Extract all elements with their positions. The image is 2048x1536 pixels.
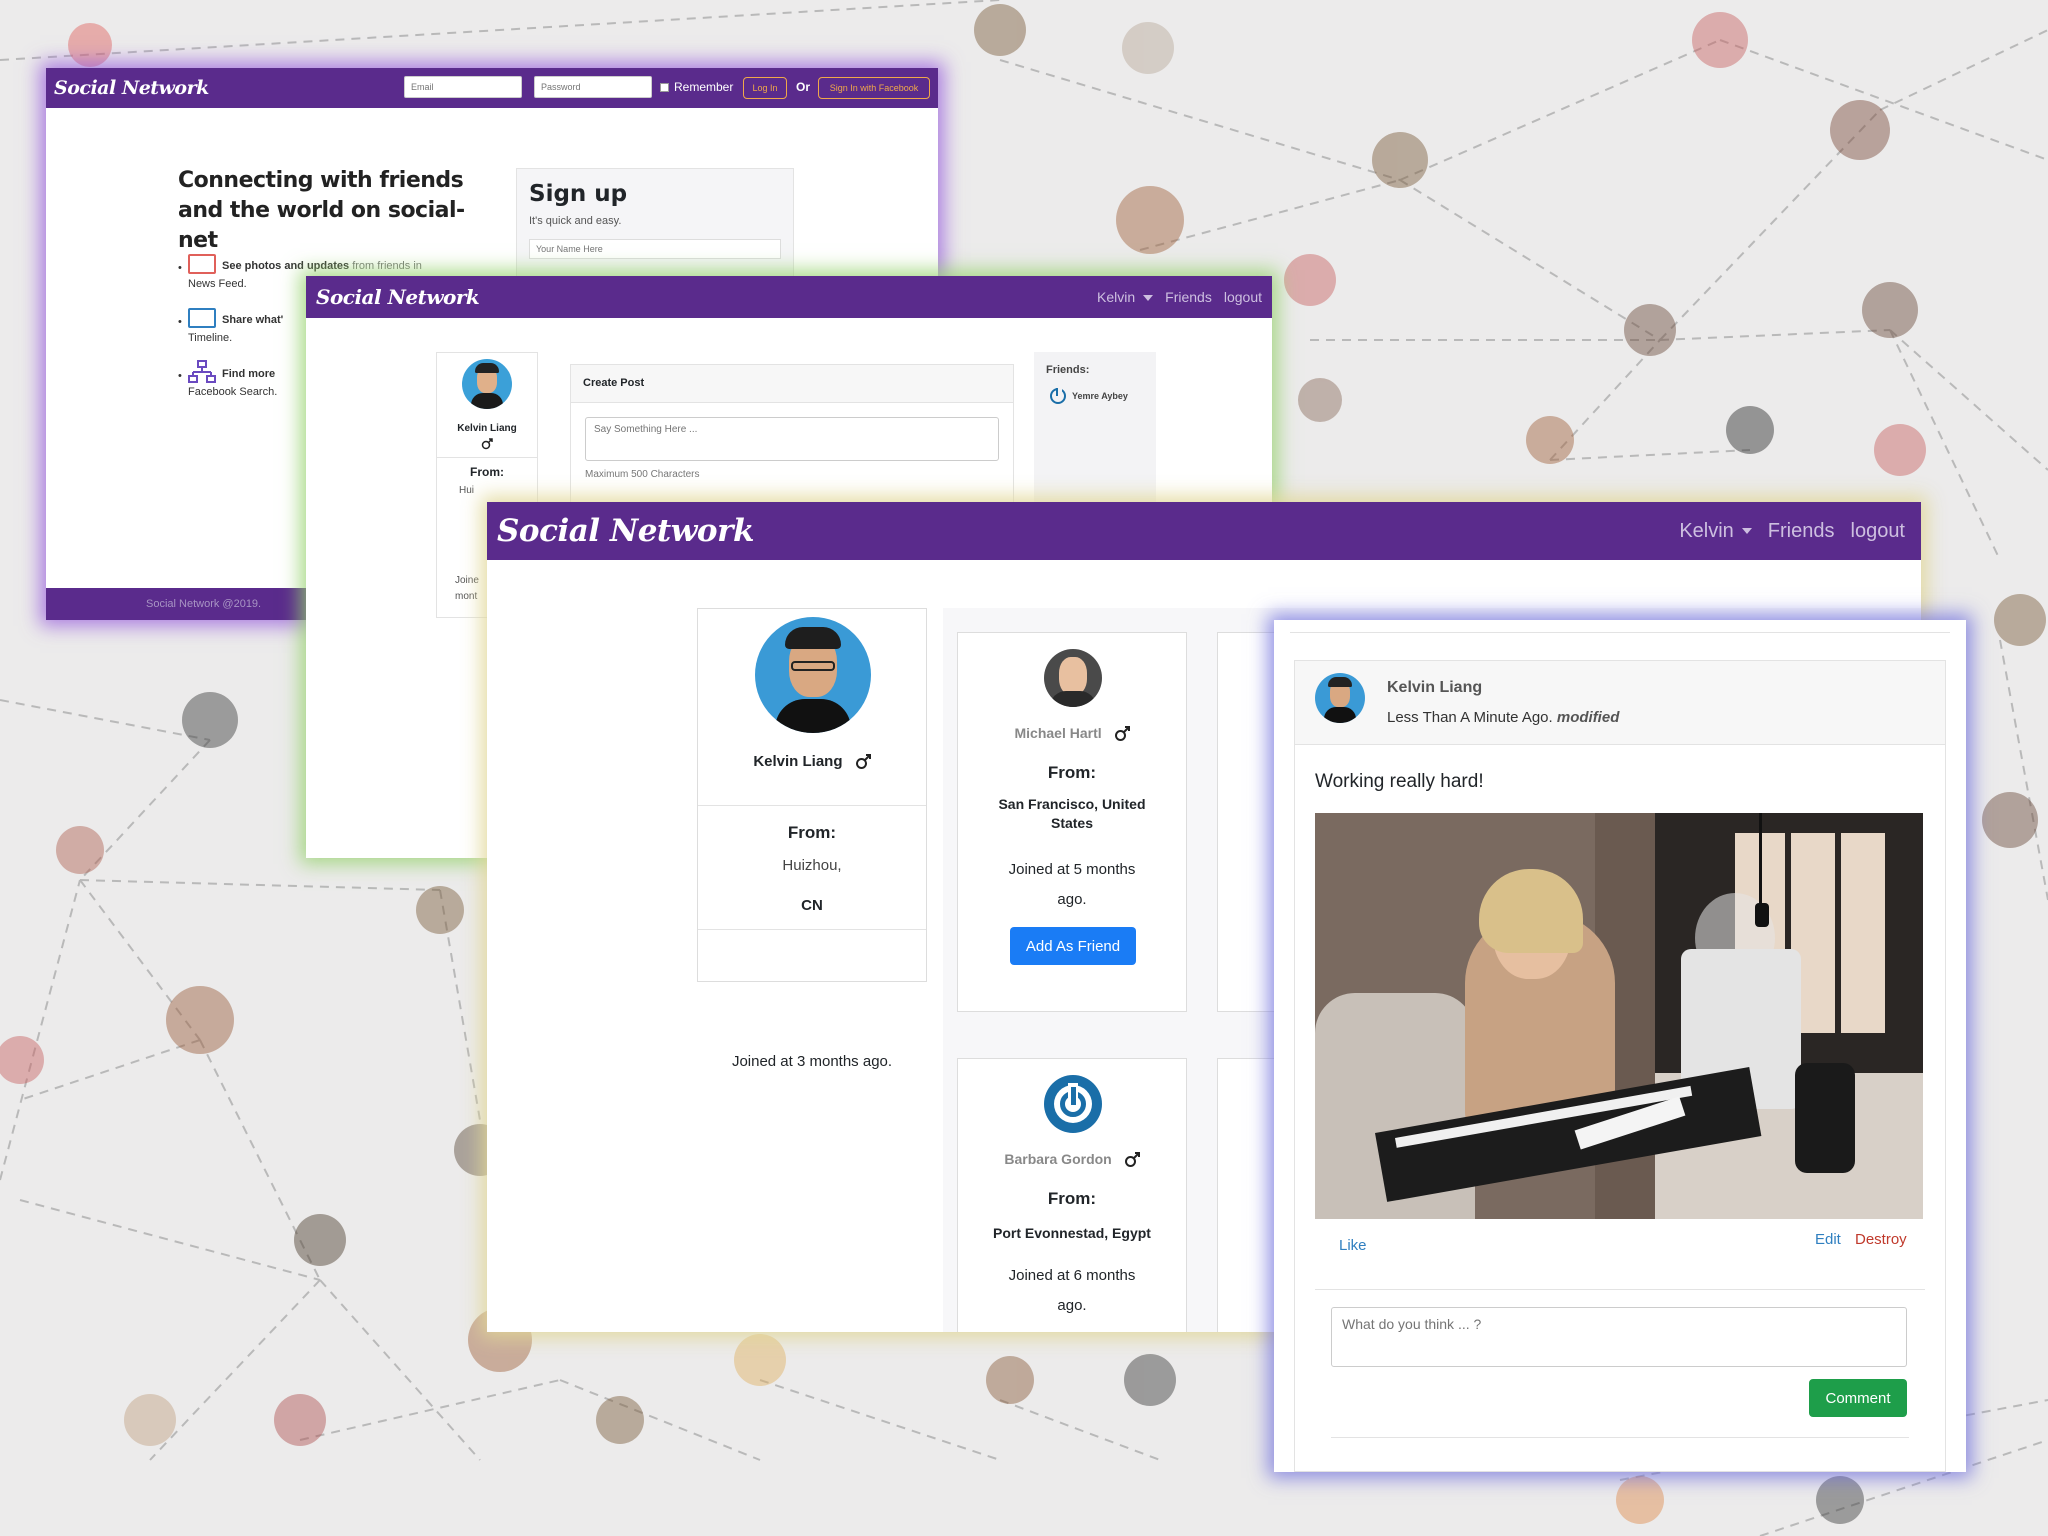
from-label: From: <box>787 823 837 842</box>
joined-text: Joined at 5 months ago. <box>1008 861 1136 908</box>
power-icon <box>1050 388 1066 404</box>
profile-name: Kelvin Liang <box>753 753 843 770</box>
my-profile-card: Kelvin Liang From: Huizhou, CN Joined at… <box>697 608 927 1070</box>
power-icon <box>1044 1075 1102 1133</box>
feature-sub: Timeline. <box>188 332 233 344</box>
name-field[interactable] <box>529 239 781 259</box>
friends-label: Friends: <box>1046 364 1090 376</box>
feature-sub: Facebook Search. <box>188 386 278 398</box>
comment-button[interactable]: Comment <box>1809 1379 1907 1417</box>
login-button[interactable]: Log In <box>743 77 787 99</box>
modified-label: modified <box>1556 709 1620 726</box>
chevron-down-icon <box>1741 528 1752 535</box>
newsfeed-icon <box>188 308 216 328</box>
post-author[interactable]: Kelvin Liang <box>1387 679 1482 697</box>
profile-name-row: Kelvin Liang <box>698 753 926 770</box>
nav-user-dropdown[interactable]: Kelvin <box>1679 519 1752 543</box>
user-location: San Francisco, United States <box>998 796 1146 831</box>
password-field[interactable] <box>534 76 652 98</box>
post-card: Kelvin Liang Less Than A Minute Ago. mod… <box>1294 660 1946 1472</box>
avatar[interactable] <box>1044 649 1102 707</box>
user-name: Barbara Gordon <box>1004 1151 1112 1167</box>
feature-bold: Find more <box>222 368 276 380</box>
feature-bold: Share what' <box>222 314 284 326</box>
user-location: Port Evonnestad, Egypt <box>993 1225 1151 1241</box>
avatar[interactable] <box>1315 673 1365 723</box>
landing-navbar: Social Network Remember Log In Or Sign I… <box>46 68 938 108</box>
remember-checkbox[interactable] <box>660 83 669 92</box>
user-name-row: Michael Hartl <box>958 725 1186 742</box>
male-icon <box>1114 726 1130 742</box>
user-card: Michael Hartl From: San Francisco, Unite… <box>957 632 1187 1012</box>
user-name-row: Barbara Gordon <box>958 1151 1186 1168</box>
feature-sub: News Feed. <box>188 278 247 290</box>
footer-text: Social Network @2019. <box>146 598 262 610</box>
nav-user-label: Kelvin <box>1097 289 1136 305</box>
user-card: Barbara Gordon From: Port Evonnestad, Eg… <box>957 1058 1187 1332</box>
chevron-down-icon <box>1143 295 1154 302</box>
like-link[interactable]: Like <box>1339 1237 1367 1254</box>
from-label: From: <box>470 465 504 479</box>
sitemap-icon <box>188 360 216 384</box>
male-icon <box>1124 1152 1140 1168</box>
male-icon <box>855 754 871 770</box>
nav-friends-link[interactable]: Friends <box>1768 520 1835 543</box>
from-label: From: <box>1047 763 1097 782</box>
brand-logo[interactable]: Social Network <box>54 77 209 99</box>
brand-logo[interactable]: Social Network <box>316 285 480 309</box>
add-as-friend-button[interactable]: Add As Friend <box>1010 927 1136 965</box>
post-textarea[interactable] <box>585 417 999 461</box>
post-header: Kelvin Liang Less Than A Minute Ago. mod… <box>1295 661 1945 745</box>
nav-friends-link[interactable]: Friends <box>1165 289 1212 305</box>
comment-field[interactable] <box>1331 1307 1907 1367</box>
max-chars-hint: Maximum 500 Characters <box>585 469 700 480</box>
post-screenshot: Kelvin Liang Less Than A Minute Ago. mod… <box>1274 620 1966 1472</box>
post-time: Less Than A Minute Ago. <box>1387 709 1553 726</box>
joined-text: Joined at 6 months ago. <box>1008 1267 1136 1314</box>
profile-name: Kelvin Liang <box>457 423 517 434</box>
avatar[interactable] <box>755 617 871 733</box>
user-name: Michael Hartl <box>1014 725 1102 741</box>
post-timestamp: Less Than A Minute Ago. modified <box>1387 709 1619 726</box>
remember-label: Remember <box>674 80 734 94</box>
email-field[interactable] <box>404 76 522 98</box>
destroy-link[interactable]: Destroy <box>1855 1231 1907 1248</box>
brand-logo[interactable]: Social Network <box>497 513 754 549</box>
feature-bold: See photos and updates <box>222 260 350 272</box>
friend-item[interactable]: Yemre Aybey <box>1050 388 1128 404</box>
signup-subtitle: It's quick and easy. <box>529 215 622 227</box>
from-city: Huizhou, <box>782 857 842 874</box>
friend-name: Yemre Aybey <box>1072 391 1128 401</box>
create-post-card: Create Post Maximum 500 Characters <box>570 364 1014 504</box>
from-country: CN <box>801 897 823 914</box>
friends-sidebar: Friends: Yemre Aybey <box>1034 352 1156 512</box>
joined-fragment: mont <box>455 591 478 602</box>
create-post-header: Create Post <box>571 365 1013 403</box>
signup-title: Sign up <box>529 181 628 207</box>
nav-user-dropdown[interactable]: Kelvin <box>1097 289 1154 305</box>
post-photo[interactable] <box>1315 813 1923 1219</box>
photo-icon <box>188 254 216 274</box>
from-label: From: <box>1047 1189 1097 1208</box>
or-label: Or <box>796 80 811 94</box>
from-value: Hui <box>459 485 475 496</box>
home-navbar: Social Network Kelvin Friends logout <box>306 276 1272 318</box>
joined-text: Joined at 3 months ago. <box>731 1053 893 1070</box>
feature-rest: from friends in <box>349 260 422 272</box>
create-post-title: Create Post <box>583 377 645 389</box>
nav-user-label: Kelvin <box>1679 519 1734 542</box>
joined-fragment: Joine <box>455 575 479 586</box>
facebook-signin-button[interactable]: Sign In with Facebook <box>818 77 930 99</box>
nav-logout-link[interactable]: logout <box>1851 520 1906 543</box>
landing-headline: Connecting with friends and the world on… <box>178 168 465 253</box>
friends-navbar: Social Network Kelvin Friends logout <box>487 502 1921 560</box>
avatar[interactable] <box>462 359 512 409</box>
male-icon <box>481 437 493 450</box>
nav-logout-link[interactable]: logout <box>1224 289 1262 305</box>
edit-link[interactable]: Edit <box>1815 1231 1841 1248</box>
post-body: Working really hard! <box>1315 771 1484 792</box>
